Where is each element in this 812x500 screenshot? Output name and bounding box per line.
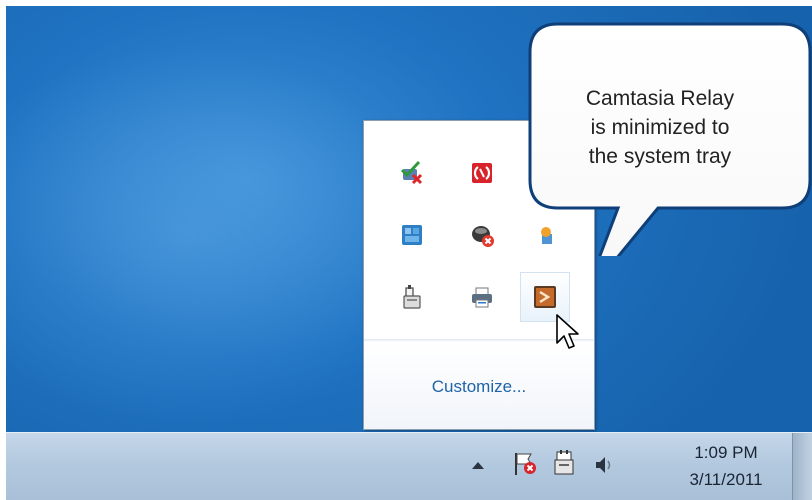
callout-line-1: Camtasia Relay [585,87,735,110]
show-desktop-button[interactable] [792,433,812,500]
disconnected-drive-icon[interactable] [462,215,502,255]
action-center-flag-icon[interactable] [511,449,539,479]
blue-tile-app-icon[interactable] [392,215,432,255]
adobe-updater-icon[interactable] [462,153,502,193]
desktop: Customize... Camtasia Relay is minimized… [6,6,812,499]
clock[interactable]: 1:09 PM 3/11/2011 [666,439,786,493]
mouse-cursor-icon [556,314,579,349]
printer-icon[interactable] [462,277,502,317]
callout-line-2: is minimized to [590,116,730,139]
callout-text: Camtasia Relay is minimized to the syste… [540,84,780,171]
taskbar: 1:09 PM 3/11/2011 [6,432,812,500]
callout-line-3: the system tray [588,145,732,168]
volume-icon[interactable] [592,451,616,479]
customize-link[interactable]: Customize... [364,377,594,397]
clock-date: 3/11/2011 [689,470,763,489]
usb-device-icon[interactable] [392,277,432,317]
power-plug-icon[interactable] [550,449,578,479]
show-hidden-icons-arrow[interactable] [468,453,488,477]
network-check-icon[interactable] [392,153,432,193]
clock-time: 1:09 PM [694,443,758,462]
